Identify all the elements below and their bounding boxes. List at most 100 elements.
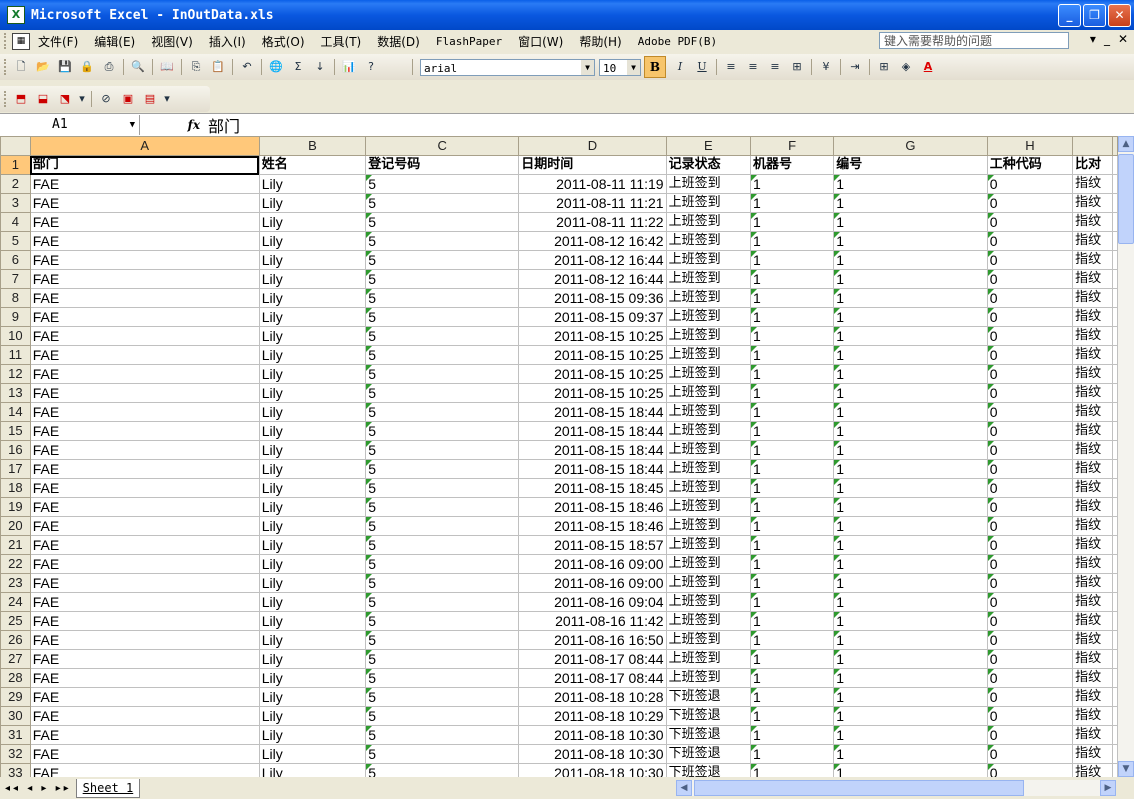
row-header[interactable]: 2 (0, 174, 31, 194)
cell[interactable]: 0 (986, 250, 1074, 270)
cell[interactable]: 上班签到 (665, 535, 752, 555)
cell[interactable]: Lily (258, 763, 367, 777)
menu-view[interactable]: 视图(V) (143, 33, 201, 50)
cell[interactable]: FAE (29, 497, 260, 517)
row-header[interactable]: 6 (0, 250, 31, 270)
cell[interactable]: 0 (986, 630, 1074, 650)
cell[interactable]: 0 (986, 193, 1074, 213)
cell[interactable]: 0 (986, 516, 1074, 536)
cell[interactable]: Lily (258, 250, 367, 270)
empty-cell[interactable] (1112, 231, 1118, 251)
cell[interactable]: Lily (258, 592, 367, 612)
cell[interactable]: 1 (749, 212, 835, 232)
cell[interactable]: 指纹 (1072, 402, 1113, 422)
menu-edit[interactable]: 编辑(E) (86, 33, 143, 50)
row-header[interactable]: 17 (0, 459, 31, 479)
cell[interactable]: 1 (749, 535, 835, 555)
cell[interactable]: 上班签到 (665, 383, 752, 403)
cell[interactable]: 1 (749, 440, 835, 460)
cell[interactable]: FAE (29, 687, 260, 707)
cell[interactable]: 5 (365, 706, 520, 726)
cell[interactable]: 上班签到 (665, 421, 752, 441)
row-header[interactable]: 8 (0, 288, 31, 308)
cell[interactable]: 2011-08-16 09:00 (518, 573, 667, 593)
cell[interactable]: 1 (749, 706, 835, 726)
cell[interactable]: FAE (29, 763, 260, 777)
cell[interactable]: 指纹 (1072, 744, 1113, 764)
empty-cell[interactable] (1112, 554, 1118, 574)
cell[interactable]: 上班签到 (665, 193, 752, 213)
cell[interactable]: 上班签到 (665, 212, 752, 232)
empty-cell[interactable] (1112, 649, 1118, 669)
cell[interactable]: 5 (365, 687, 520, 707)
align-right-icon[interactable]: ≡ (766, 58, 784, 76)
cell[interactable]: 1 (749, 250, 835, 270)
cell[interactable]: 1 (833, 497, 988, 517)
cell[interactable]: FAE (29, 364, 260, 384)
cell[interactable]: 5 (365, 326, 520, 346)
column-header[interactable]: C (365, 136, 520, 156)
cell[interactable]: 指纹 (1072, 668, 1113, 688)
empty-cell[interactable] (1112, 687, 1118, 707)
sheet-navigation-buttons[interactable]: ◂◂ ◂ ▸ ▸▸ (5, 783, 72, 794)
cell[interactable]: FAE (29, 725, 260, 745)
workbook-minimize-button[interactable]: _ (1104, 32, 1110, 46)
cell[interactable]: 1 (749, 307, 835, 327)
empty-cell[interactable] (1112, 307, 1118, 327)
cell[interactable]: 2011-08-12 16:44 (518, 269, 667, 289)
bold-button[interactable]: B (644, 56, 666, 78)
cell[interactable]: 指纹 (1072, 459, 1113, 479)
empty-cell[interactable] (1112, 155, 1118, 175)
cell[interactable]: Lily (258, 326, 367, 346)
empty-cell[interactable] (1112, 497, 1118, 517)
cell[interactable]: Lily (258, 193, 367, 213)
cell[interactable]: 2011-08-15 10:25 (518, 383, 667, 403)
column-title-cell[interactable]: 姓名 (258, 155, 367, 175)
cell[interactable]: 0 (986, 459, 1074, 479)
cell[interactable]: 0 (986, 402, 1074, 422)
empty-cell[interactable] (1112, 611, 1118, 631)
row-header[interactable]: 11 (0, 345, 31, 365)
empty-cell[interactable] (1112, 269, 1118, 289)
cell[interactable]: 5 (365, 250, 520, 270)
cell[interactable]: 上班签到 (665, 307, 752, 327)
cell[interactable]: 5 (365, 193, 520, 213)
cell[interactable]: 上班签到 (665, 478, 752, 498)
cell[interactable]: Lily (258, 630, 367, 650)
cell[interactable]: 指纹 (1072, 269, 1113, 289)
menu-file[interactable]: 文件(F) (30, 33, 86, 50)
cell[interactable]: 2011-08-18 10:30 (518, 744, 667, 764)
cell[interactable]: 指纹 (1072, 288, 1113, 308)
cell[interactable]: 5 (365, 554, 520, 574)
cell[interactable]: Lily (258, 345, 367, 365)
cell[interactable]: 5 (365, 763, 520, 777)
empty-cell[interactable] (1112, 288, 1118, 308)
cell[interactable]: 指纹 (1072, 687, 1113, 707)
close-button[interactable]: ✕ (1108, 4, 1131, 27)
cell[interactable]: FAE (29, 288, 260, 308)
restore-button[interactable]: ❐ (1083, 4, 1106, 27)
cell[interactable]: 0 (986, 535, 1074, 555)
cell[interactable]: 指纹 (1072, 649, 1113, 669)
cell[interactable]: 1 (833, 554, 988, 574)
empty-cell[interactable] (1112, 364, 1118, 384)
row-header[interactable]: 5 (0, 231, 31, 251)
cell[interactable]: Lily (258, 744, 367, 764)
cell[interactable]: 1 (833, 535, 988, 555)
currency-icon[interactable]: ¥ (817, 58, 835, 76)
cell[interactable]: 2011-08-15 18:44 (518, 402, 667, 422)
pdf-email-icon[interactable]: ⬓ (34, 90, 52, 108)
row-header[interactable]: 4 (0, 212, 31, 232)
row-header[interactable]: 23 (0, 573, 31, 593)
cell[interactable]: 0 (986, 573, 1074, 593)
cell[interactable]: Lily (258, 554, 367, 574)
cell[interactable]: 1 (833, 383, 988, 403)
cell[interactable]: 0 (986, 687, 1074, 707)
cell[interactable]: Lily (258, 649, 367, 669)
cell[interactable]: 指纹 (1072, 421, 1113, 441)
cell[interactable]: 0 (986, 706, 1074, 726)
cell[interactable]: 5 (365, 231, 520, 251)
cell[interactable]: 1 (833, 478, 988, 498)
pdf-convert-icon[interactable]: ⬒ (12, 90, 30, 108)
autosum-icon[interactable]: Σ (289, 58, 307, 76)
